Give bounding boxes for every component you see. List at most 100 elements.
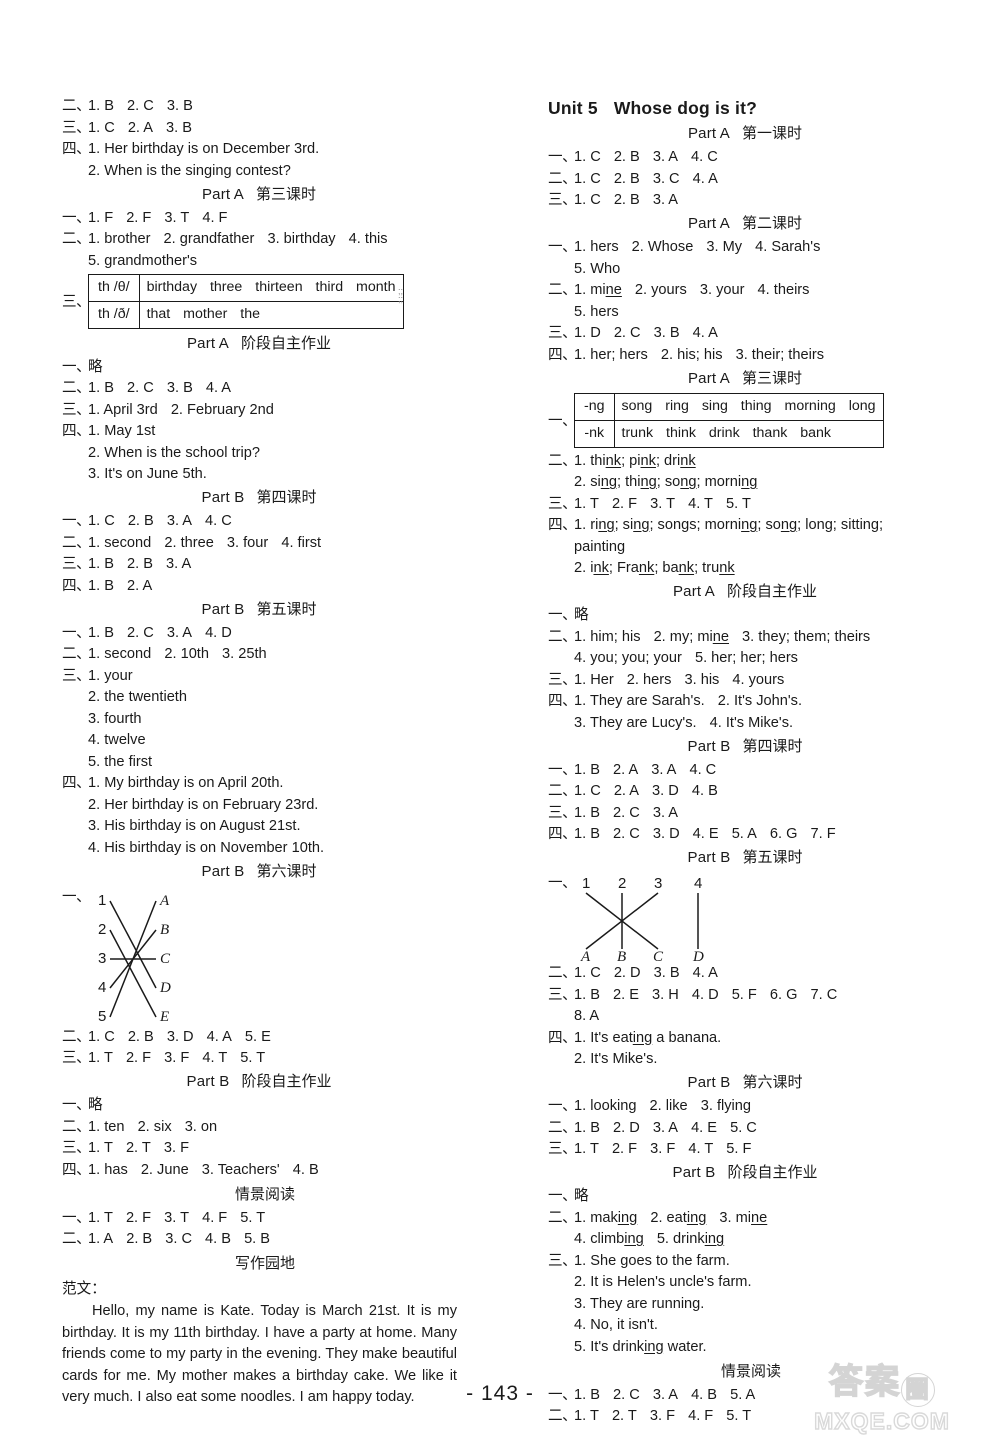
part-heading: Part B 第六课时 bbox=[62, 860, 482, 884]
answer-text: 1. second 2. 10th 3. 25th bbox=[88, 646, 267, 662]
answer-text: 1. T 2. F 3. T 4. T 5. T bbox=[574, 495, 751, 512]
answer-text: 1. her; hers 2. his; his 3. their; their… bbox=[574, 346, 824, 363]
answer-index: 二、 bbox=[548, 282, 577, 298]
answer-line: 四、 1. May 1st bbox=[62, 421, 482, 442]
part-heading: Part B 第四课时 bbox=[62, 486, 482, 510]
answer-text: 1. F 2. F 3. T 4. F bbox=[88, 209, 228, 226]
phonics-key: -ng bbox=[574, 392, 615, 421]
answer-line: 3. It's on June 5th. bbox=[62, 464, 482, 485]
answer-index: 二、 bbox=[62, 1231, 91, 1247]
part-heading: Part A 第三课时 bbox=[548, 367, 968, 391]
answer-text: 5. Who bbox=[574, 260, 621, 277]
part-label: Part A bbox=[687, 369, 731, 387]
answer-index: 二、 bbox=[548, 170, 577, 187]
answer-line: 三、 1. April 3rd 2. February 2nd bbox=[62, 400, 482, 421]
answer-index: 二、 bbox=[62, 1118, 91, 1135]
answer-text: 1. B 2. C 3. B bbox=[88, 98, 193, 114]
answer-text: 2. When is the singing contest? bbox=[88, 162, 291, 179]
watermark-cn-text: 答案圈 bbox=[782, 1361, 982, 1407]
unit-heading: Unit 5 Whose dog is it? bbox=[548, 96, 968, 120]
answer-line: 三、 1. T 2. F 3. F 4. T 5. F bbox=[548, 1139, 968, 1160]
answer-text: 1. C 2. B 3. A 4. C bbox=[574, 149, 718, 165]
answer-index: 三、 bbox=[62, 1050, 91, 1066]
answer-line: 三、 1. B 2. C 3. A bbox=[548, 803, 968, 824]
answer-line: 四、 1. her; hers 2. his; his 3. their; the… bbox=[548, 345, 968, 366]
answer-index: 三、 bbox=[62, 667, 91, 684]
answer-line: 三、 1. Her 2. hers 3. his 4. yours bbox=[548, 670, 968, 691]
answer-text: 2. It is Helen's uncle's farm. bbox=[574, 1274, 752, 1290]
match-left-label: 3 bbox=[98, 950, 106, 967]
match-top-label: 3 bbox=[654, 875, 662, 892]
phonics-table: -ng song ring sing thing morning long -nk t… bbox=[574, 392, 884, 448]
answer-index: 一、 bbox=[62, 513, 91, 529]
answer-text: 1. T 2. F 3. T 4. F 5. T bbox=[88, 1209, 266, 1226]
answer-line: 5. It's drinking water. bbox=[548, 1337, 968, 1358]
matching-lines-svg: 1 2 3 4 A B C D bbox=[580, 875, 704, 963]
answer-line: 一、 1. B 2. C 3. A 4. D bbox=[62, 623, 482, 644]
unit-label: Unit 5 bbox=[548, 98, 598, 118]
part-label: Part B bbox=[687, 849, 731, 866]
answer-text: 1. him; his 2. my; mine 3. they; them; t… bbox=[574, 628, 871, 645]
answer-line: 3. They are Lucy's. 4. It's Mike's. bbox=[548, 713, 968, 734]
table-row: th /θ/birthday three thirteen third mont… bbox=[88, 273, 404, 302]
answer-line: 四、 1. has 2. June 3. Teachers' 4. B bbox=[62, 1160, 482, 1181]
answer-index: 二、 bbox=[62, 98, 91, 114]
answer-index: 三、 bbox=[548, 1252, 577, 1269]
answer-text: 1. B 2. D 3. A 4. E 5. C bbox=[574, 1119, 757, 1136]
match-bottom-label: B bbox=[617, 949, 626, 963]
answer-index: 三、 bbox=[62, 293, 91, 310]
answer-text: 1. C 2. B 3. A 4. C bbox=[88, 513, 232, 529]
part-label: Part B bbox=[687, 1074, 731, 1091]
matching-diagram-right: 一、 1 2 3 4 A B C D bbox=[548, 871, 968, 963]
answer-index: 四、 bbox=[548, 693, 577, 709]
answer-line: 3. fourth bbox=[62, 709, 482, 730]
answer-index: 一、 bbox=[548, 239, 577, 255]
answer-text: 2. the twentieth bbox=[88, 689, 187, 705]
match-left-label: 4 bbox=[98, 979, 106, 996]
unit-name: Whose dog is it? bbox=[613, 98, 758, 118]
part-label: Part B bbox=[672, 1164, 716, 1181]
match-right-label: E bbox=[159, 1009, 169, 1025]
answer-line: 二、 1. C 2. D 3. B 4. A bbox=[548, 963, 968, 984]
answer-text: 2. Her birthday is on February 23rd. bbox=[88, 796, 319, 813]
phonics-table: th /θ/birthday three thirteen third mont… bbox=[88, 273, 404, 329]
answer-text: 略 bbox=[574, 607, 589, 623]
answer-key-page: 二、 1. B 2. C 3. B 三、 1. C 2. A 3. B 四、 1. Her… bbox=[0, 0, 1000, 1452]
answer-index: 一、 bbox=[548, 149, 577, 165]
answer-text: 1. Her 2. hers 3. his 4. yours bbox=[574, 671, 785, 688]
part-heading: Part A 阶段自主作业 bbox=[62, 332, 482, 356]
answer-line: 一、 1. B 2. A 3. A 4. C bbox=[548, 760, 968, 781]
answer-text: 1. A 2. B 3. C 4. B 5. B bbox=[88, 1231, 271, 1247]
part-lesson-cn: 第三课时 bbox=[256, 185, 317, 203]
match-bottom-label: D bbox=[692, 949, 704, 963]
answer-index: 四、 bbox=[62, 141, 91, 157]
answer-text: 1. making 2. eating 3. mine bbox=[574, 1209, 768, 1226]
answer-line: 二、 1. him; his 2. my; mine 3. they; them;… bbox=[548, 627, 968, 648]
answer-text: 1. B 2. C 3. A bbox=[574, 804, 679, 821]
answer-text: 5. It's drinking water. bbox=[574, 1338, 707, 1355]
part-lesson-cn: 第六课时 bbox=[742, 1074, 803, 1091]
answer-text: 1. C 2. B 3. D 4. A 5. E bbox=[88, 1028, 271, 1045]
answer-text: painting bbox=[574, 538, 626, 555]
answer-line: 一、略 bbox=[62, 357, 482, 378]
answer-line: 二、 1. making 2. eating 3. mine bbox=[548, 1208, 968, 1229]
answer-text: 3. It's on June 5th. bbox=[88, 466, 207, 482]
answer-text: 4. climbing 5. drinking bbox=[574, 1231, 725, 1247]
part-heading: Part A 第二课时 bbox=[548, 212, 968, 236]
answer-line: 二、 1. C 2. B 3. C 4. A bbox=[548, 169, 968, 190]
answer-index: 二、 bbox=[548, 1209, 577, 1226]
answer-text: 1. C 2. A 3. D 4. B bbox=[574, 783, 718, 799]
phonics-key: th /ð/ bbox=[88, 300, 140, 329]
answer-index: 一、 bbox=[548, 761, 577, 778]
answer-text: 1. C 2. D 3. B 4. A bbox=[574, 965, 718, 981]
answer-index: 四、 bbox=[548, 1029, 577, 1046]
part-lesson-cn: 阶段自主作业 bbox=[727, 1164, 818, 1181]
phonics-table-row-group: 三、 th /θ/birthday three thirteen third mo… bbox=[62, 273, 482, 329]
answer-index: 二、 bbox=[548, 452, 577, 469]
answer-line: 二、 1. A 2. B 3. C 4. B 5. B bbox=[62, 1229, 482, 1250]
watermark: 答案圈 MXQE.COM bbox=[782, 1361, 982, 1446]
answer-index: 二、 bbox=[62, 534, 91, 551]
left-column: 二、 1. B 2. C 3. B 三、 1. C 2. A 3. B 四、 1. Her… bbox=[62, 96, 482, 1409]
part-label: Part B bbox=[687, 737, 731, 755]
answer-text: 1. C 2. B 3. A bbox=[574, 192, 678, 208]
